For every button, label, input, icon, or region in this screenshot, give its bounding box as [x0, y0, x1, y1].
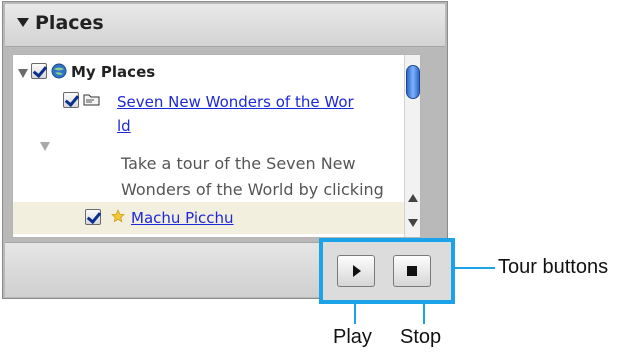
stop-icon: [407, 266, 417, 276]
globe-icon: [51, 63, 67, 79]
tour-buttons-highlight: [319, 238, 455, 304]
folder-link-wrap[interactable]: ld: [117, 117, 131, 135]
vertical-scrollbar[interactable]: [404, 55, 420, 237]
placemark-link[interactable]: Machu Picchu: [131, 209, 234, 227]
play-icon: [353, 265, 361, 277]
tour-buttons-callout-line: [455, 267, 495, 269]
scroll-down-icon[interactable]: [408, 219, 418, 227]
expand-arrow-icon[interactable]: [18, 69, 28, 78]
folder-icon: [83, 92, 101, 106]
folder-checkbox[interactable]: [63, 92, 79, 108]
places-header[interactable]: Places: [5, 4, 445, 47]
my-places-checkbox[interactable]: [31, 63, 47, 79]
stop-callout-line: [423, 304, 425, 324]
places-tree: My Places Seven New Wonders of the Wor l…: [12, 54, 421, 238]
stop-button[interactable]: [393, 255, 431, 287]
placemark-checkbox[interactable]: [85, 209, 101, 225]
my-places-label[interactable]: My Places: [71, 63, 155, 81]
play-callout-line: [354, 304, 356, 324]
collapse-arrow-icon[interactable]: [17, 18, 29, 27]
folder-description-line2: Wonders of the World by clicking: [121, 180, 384, 199]
panel-title: Places: [35, 12, 104, 34]
stop-callout: Stop: [400, 326, 442, 348]
folder-description-line1: Take a tour of the Seven New: [121, 154, 356, 173]
scroll-up-icon[interactable]: [408, 194, 418, 202]
folder-link[interactable]: Seven New Wonders of the Wor: [117, 93, 354, 111]
play-callout: Play: [333, 326, 372, 348]
star-icon: [111, 209, 125, 223]
scroll-thumb[interactable]: [406, 65, 420, 99]
expand-arrow-icon[interactable]: [40, 142, 50, 151]
tour-buttons-callout: Tour buttons: [498, 256, 609, 278]
play-button[interactable]: [337, 255, 375, 287]
